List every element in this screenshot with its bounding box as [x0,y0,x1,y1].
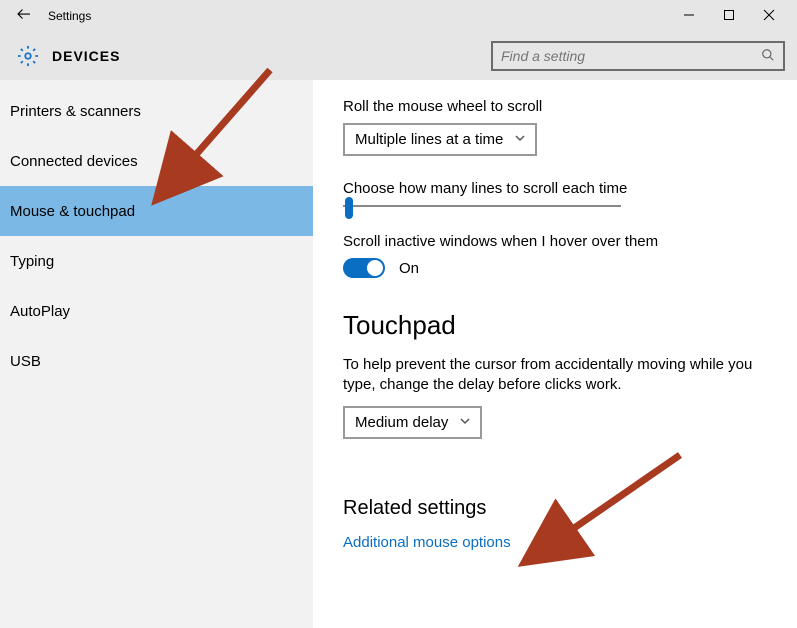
dropdown-value: Multiple lines at a time [355,131,503,148]
toggle-state-label: On [399,260,419,277]
additional-mouse-options-link[interactable]: Additional mouse options [343,534,767,551]
search-icon [761,48,775,65]
sidebar-item-mouse-touchpad[interactable]: Mouse & touchpad [0,186,313,236]
search-box[interactable] [491,41,785,71]
lines-slider[interactable] [343,205,621,207]
toggle-knob [367,260,383,276]
chevron-down-icon [460,416,470,429]
inactive-windows-label: Scroll inactive windows when I hover ove… [343,233,767,250]
window-title: Settings [48,9,91,23]
sidebar-item-usb[interactable]: USB [0,336,313,386]
sidebar-item-label: Printers & scanners [10,103,141,120]
touchpad-description: To help prevent the cursor from accident… [343,355,763,396]
sidebar-item-typing[interactable]: Typing [0,236,313,286]
search-input[interactable] [501,48,761,64]
gear-icon [12,40,44,72]
sidebar-item-printers[interactable]: Printers & scanners [0,86,313,136]
section-title: DEVICES [52,48,120,64]
scroll-wheel-label: Roll the mouse wheel to scroll [343,98,767,115]
inactive-windows-toggle[interactable] [343,258,385,278]
titlebar: Settings [0,0,797,32]
maximize-button[interactable] [709,9,749,24]
sidebar-item-label: Mouse & touchpad [10,203,135,220]
sidebar-item-autoplay[interactable]: AutoPlay [0,286,313,336]
sidebar-item-label: AutoPlay [10,303,70,320]
sidebar-item-connected-devices[interactable]: Connected devices [0,136,313,186]
chevron-down-icon [515,133,525,146]
touchpad-delay-dropdown[interactable]: Medium delay [343,406,482,439]
sidebar-item-label: USB [10,353,41,370]
slider-thumb[interactable] [345,197,353,219]
touchpad-heading: Touchpad [343,310,767,341]
close-button[interactable] [749,9,789,24]
dropdown-value: Medium delay [355,414,448,431]
slider-track [343,205,621,207]
lines-scroll-label: Choose how many lines to scroll each tim… [343,180,767,197]
minimize-button[interactable] [669,9,709,24]
sidebar: Printers & scanners Connected devices Mo… [0,80,313,628]
content-panel: Roll the mouse wheel to scroll Multiple … [313,80,797,628]
sidebar-item-label: Typing [10,253,54,270]
sidebar-item-label: Connected devices [10,153,138,170]
header: DEVICES [0,32,797,80]
related-heading: Related settings [343,497,767,520]
scroll-wheel-dropdown[interactable]: Multiple lines at a time [343,123,537,156]
back-button[interactable] [8,5,40,28]
